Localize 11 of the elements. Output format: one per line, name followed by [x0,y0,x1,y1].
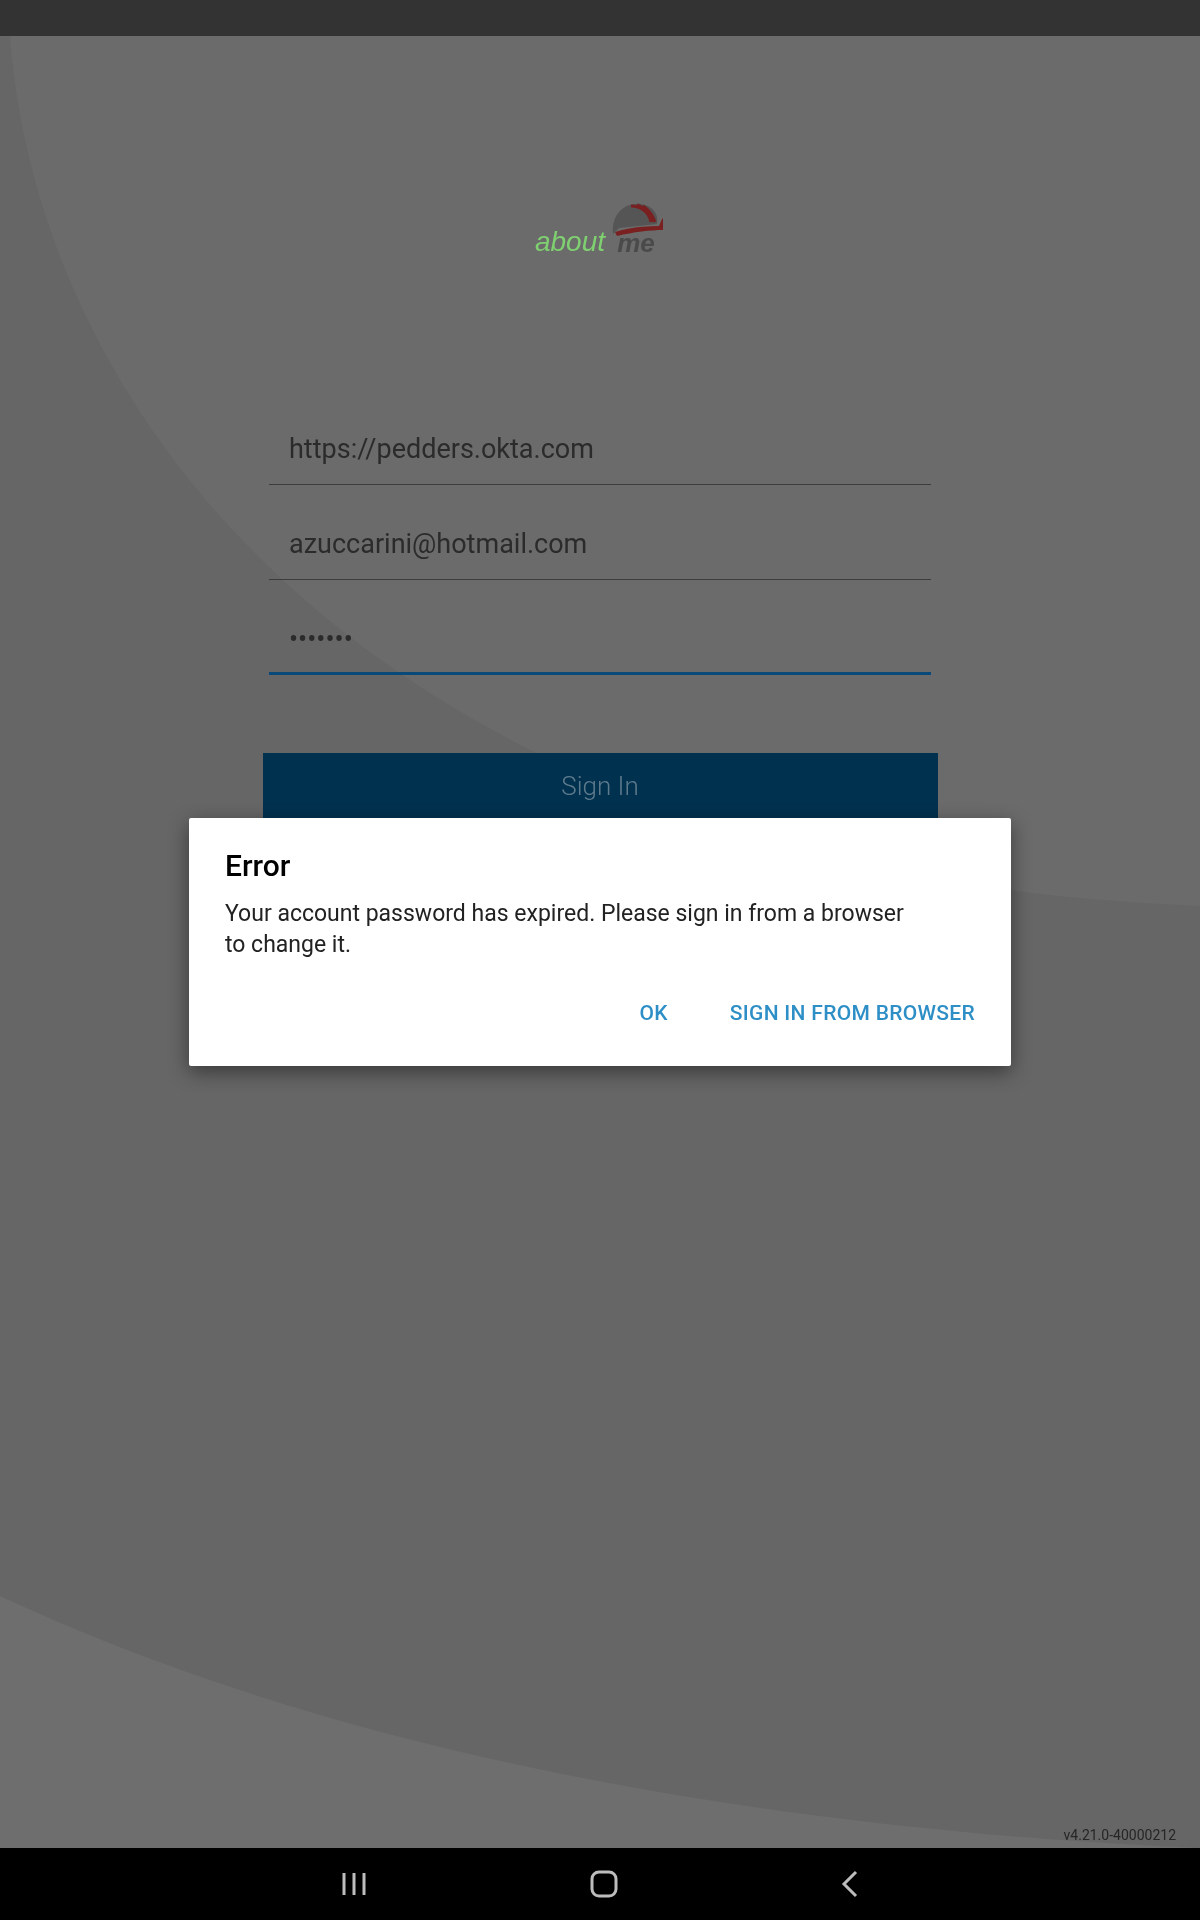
input-field[interactable]: https://pedders.okta.com [269,425,931,485]
dialog-title: Error [225,847,292,885]
dialog-message: Your account password has expired. Please sign in from a browser to change it. [225,899,905,960]
input-field[interactable]: ••••••• [269,580,931,675]
dialog-button[interactable]: OK [621,990,686,1038]
dialog-button[interactable]: SIGN IN FROM BROWSER [711,990,993,1038]
back-icon[interactable] [840,1870,859,1898]
version-label: v4.21.0-40000212 [1063,1826,1176,1845]
input-field[interactable]: azuccarini@hotmail.com [269,485,931,580]
home-icon[interactable] [590,1870,618,1898]
recent-apps-icon[interactable] [341,1872,368,1896]
